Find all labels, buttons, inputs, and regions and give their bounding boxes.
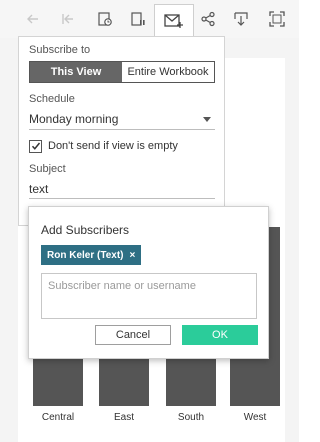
schedule-select[interactable]: Monday morning <box>29 109 215 130</box>
category-label-south: South <box>177 412 205 423</box>
subject-input[interactable]: text <box>29 180 215 199</box>
chevron-down-icon <box>203 117 211 122</box>
checkmark-icon <box>31 142 40 150</box>
cancel-button[interactable]: Cancel <box>95 325 171 345</box>
category-label-east: East <box>113 412 134 423</box>
dont-send-row[interactable]: Don't send if view is empty <box>29 138 178 154</box>
category-label-west: West <box>243 412 267 423</box>
first-icon[interactable] <box>55 6 81 32</box>
pause-updates-icon[interactable] <box>125 6 151 32</box>
subscriber-input-placeholder: Subscriber name or username <box>48 280 196 292</box>
dialog-title: Add Subscribers <box>41 223 130 237</box>
toolbar <box>0 0 299 38</box>
dont-send-label: Don't send if view is empty <box>48 140 178 152</box>
share-icon[interactable] <box>195 6 221 32</box>
back-icon[interactable] <box>20 6 46 32</box>
refresh-icon[interactable] <box>92 6 118 32</box>
subscriber-chip[interactable]: Ron Keler (Text) × <box>41 245 142 265</box>
category-label-central: Central <box>41 412 75 423</box>
subscriber-chip-label: Ron Keler (Text) <box>47 249 124 261</box>
ok-button[interactable]: OK <box>182 325 258 345</box>
add-subscribers-dialog: Add Subscribers Ron Keler (Text) × Subsc… <box>28 206 269 359</box>
this-view-option[interactable]: This View <box>30 62 122 82</box>
schedule-value: Monday morning <box>29 112 119 126</box>
download-icon[interactable] <box>228 6 254 32</box>
remove-chip-icon[interactable]: × <box>130 250 136 261</box>
subscribe-to-label: Subscribe to <box>29 44 91 56</box>
subscribe-icon[interactable] <box>154 4 194 36</box>
entire-workbook-option[interactable]: Entire Workbook <box>122 62 214 82</box>
dont-send-checkbox[interactable] <box>29 139 42 153</box>
subscribe-to-toggle: This View Entire Workbook <box>29 61 215 83</box>
fullscreen-icon[interactable] <box>264 6 290 32</box>
subscriber-search-input[interactable]: Subscriber name or username <box>41 273 257 319</box>
subscribe-panel: Subscribe to This View Entire Workbook S… <box>18 36 225 226</box>
subject-label: Subject <box>29 163 66 175</box>
schedule-label: Schedule <box>29 93 75 105</box>
